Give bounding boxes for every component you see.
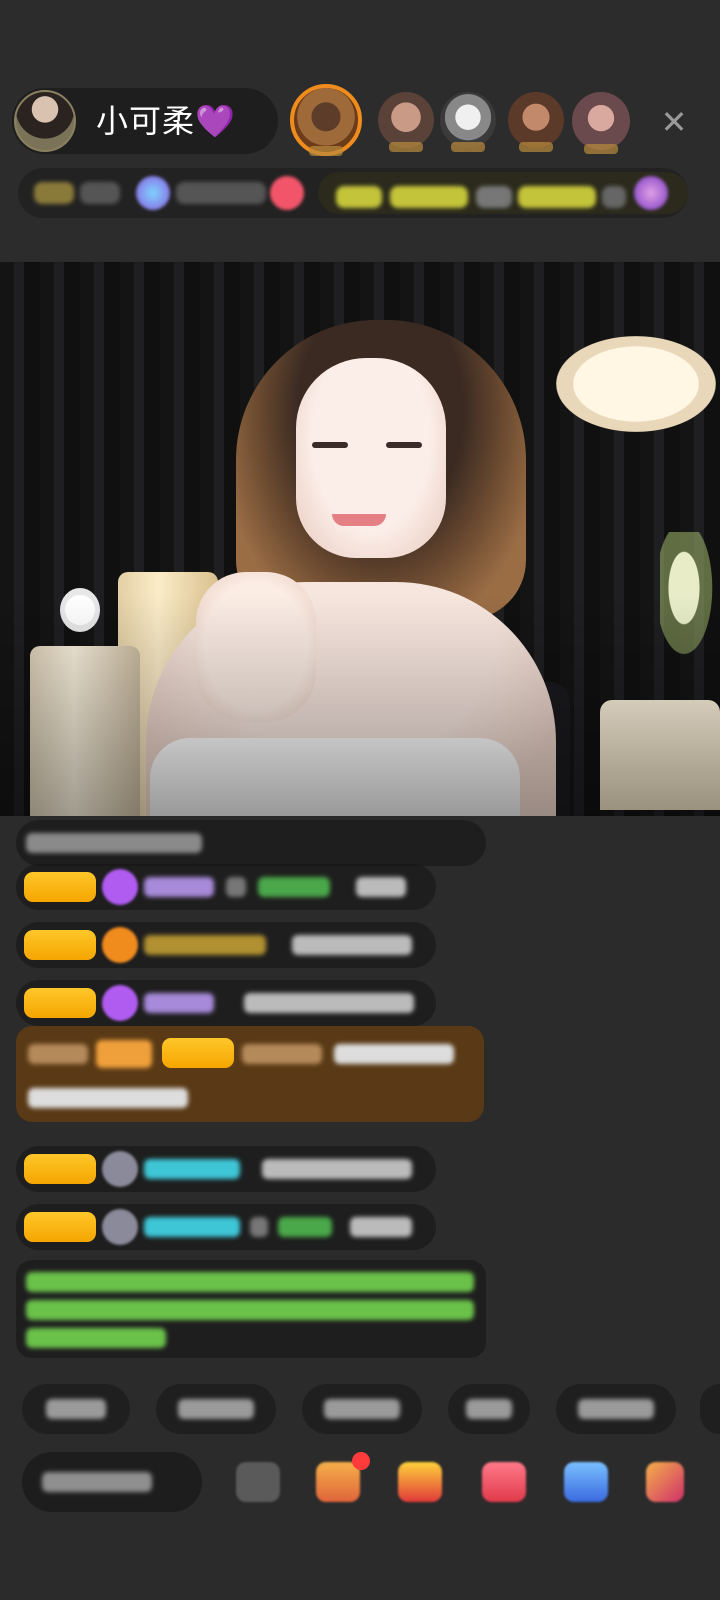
viewer-avatar[interactable] bbox=[572, 92, 630, 154]
host-info-pill[interactable]: 小可柔💜 bbox=[12, 88, 278, 154]
more-icon[interactable] bbox=[236, 1462, 280, 1502]
quick-reply-chip[interactable] bbox=[700, 1384, 720, 1434]
chip-label bbox=[324, 1399, 400, 1419]
chat-message bbox=[16, 820, 486, 866]
chat-text bbox=[250, 1217, 268, 1237]
chat-message bbox=[16, 1146, 436, 1192]
level-badge bbox=[24, 1154, 96, 1184]
rank-icon bbox=[34, 182, 74, 204]
level-badge bbox=[24, 872, 96, 902]
chip-label bbox=[466, 1399, 512, 1419]
fan-icon bbox=[102, 927, 138, 963]
gem-icon bbox=[102, 869, 138, 905]
notification-dot bbox=[352, 1452, 370, 1470]
system-text bbox=[26, 1328, 166, 1348]
task-text bbox=[518, 186, 596, 208]
top-viewers bbox=[290, 84, 650, 156]
viewer-rank-badge bbox=[309, 146, 343, 156]
vip-badge bbox=[96, 1040, 152, 1068]
chat-message bbox=[16, 1204, 436, 1250]
level-badge bbox=[162, 1038, 234, 1068]
hot-text bbox=[176, 182, 266, 204]
viewer-avatar[interactable] bbox=[290, 84, 362, 156]
viewer-rank-badge bbox=[389, 142, 423, 152]
task-pill[interactable] bbox=[318, 172, 688, 214]
hot-icon bbox=[136, 176, 170, 210]
host-name: 小可柔💜 bbox=[96, 102, 236, 140]
gift-box-icon[interactable] bbox=[316, 1462, 360, 1502]
quick-reply-chip[interactable] bbox=[22, 1384, 130, 1434]
quick-reply-row bbox=[0, 1384, 720, 1436]
system-message bbox=[16, 1260, 486, 1358]
chat-text bbox=[334, 1044, 454, 1064]
system-text bbox=[26, 1272, 474, 1292]
viewer-rank-badge bbox=[584, 144, 618, 154]
heart-gift-icon[interactable] bbox=[482, 1462, 526, 1502]
video-shade bbox=[0, 262, 720, 816]
heart-icon[interactable] bbox=[270, 176, 304, 210]
chat-message bbox=[16, 864, 436, 910]
quick-reply-chip[interactable] bbox=[556, 1384, 676, 1434]
chat-message bbox=[16, 980, 436, 1026]
task-text bbox=[390, 186, 468, 208]
chat-username[interactable] bbox=[242, 1044, 322, 1064]
task-text bbox=[602, 186, 626, 208]
chat-username[interactable] bbox=[144, 993, 214, 1013]
system-text bbox=[26, 1300, 474, 1320]
level-badge bbox=[24, 1212, 96, 1242]
chip-label bbox=[46, 1399, 106, 1419]
chip-label bbox=[178, 1399, 254, 1419]
task-text bbox=[336, 186, 382, 208]
chat-username[interactable] bbox=[144, 935, 266, 955]
highlight-message bbox=[16, 1026, 484, 1122]
gift-icon[interactable] bbox=[398, 1462, 442, 1502]
menu-icon[interactable] bbox=[646, 1462, 684, 1502]
chat-message bbox=[16, 922, 436, 968]
gem-icon bbox=[102, 985, 138, 1021]
live-stats-bar[interactable] bbox=[18, 168, 688, 218]
viewer-rank-badge bbox=[519, 142, 553, 152]
quick-reply-chip[interactable] bbox=[448, 1384, 530, 1434]
chat-text bbox=[226, 877, 246, 897]
chat-username[interactable] bbox=[144, 877, 214, 897]
close-icon[interactable]: ✕ bbox=[656, 104, 692, 140]
game-icon[interactable] bbox=[564, 1462, 608, 1502]
viewer-avatar[interactable] bbox=[508, 92, 564, 152]
chat-input[interactable] bbox=[22, 1452, 202, 1512]
chat-text bbox=[244, 993, 414, 1013]
chat-username[interactable] bbox=[144, 1217, 240, 1237]
viewer-rank-badge bbox=[451, 142, 485, 152]
input-placeholder bbox=[42, 1472, 152, 1492]
quick-reply-chip[interactable] bbox=[156, 1384, 276, 1434]
viewer-avatar[interactable] bbox=[440, 92, 496, 152]
chat-text bbox=[350, 1217, 412, 1237]
host-avatar[interactable] bbox=[14, 90, 76, 152]
chat-username[interactable] bbox=[278, 1217, 332, 1237]
gift-icon bbox=[634, 176, 668, 210]
chat-text bbox=[292, 935, 412, 955]
chat-username[interactable] bbox=[144, 1159, 240, 1179]
level-badge bbox=[24, 988, 96, 1018]
level-badge bbox=[24, 930, 96, 960]
chip-label bbox=[578, 1399, 654, 1419]
quick-reply-chip[interactable] bbox=[302, 1384, 422, 1434]
chat-text bbox=[26, 833, 202, 853]
live-header: 小可柔💜 ✕ bbox=[0, 0, 720, 262]
chat-list[interactable] bbox=[0, 816, 720, 1358]
chat-text bbox=[356, 877, 406, 897]
chat-text bbox=[28, 1088, 188, 1108]
fan-icon bbox=[102, 1209, 138, 1245]
chat-text bbox=[28, 1044, 88, 1064]
chat-text bbox=[262, 1159, 412, 1179]
viewer-avatar[interactable] bbox=[378, 92, 434, 152]
task-text bbox=[476, 186, 512, 208]
bottom-toolbar bbox=[0, 1452, 720, 1514]
fan-icon bbox=[102, 1151, 138, 1187]
chat-username[interactable] bbox=[258, 877, 330, 897]
live-video[interactable] bbox=[0, 262, 720, 816]
rank-text bbox=[80, 182, 120, 204]
